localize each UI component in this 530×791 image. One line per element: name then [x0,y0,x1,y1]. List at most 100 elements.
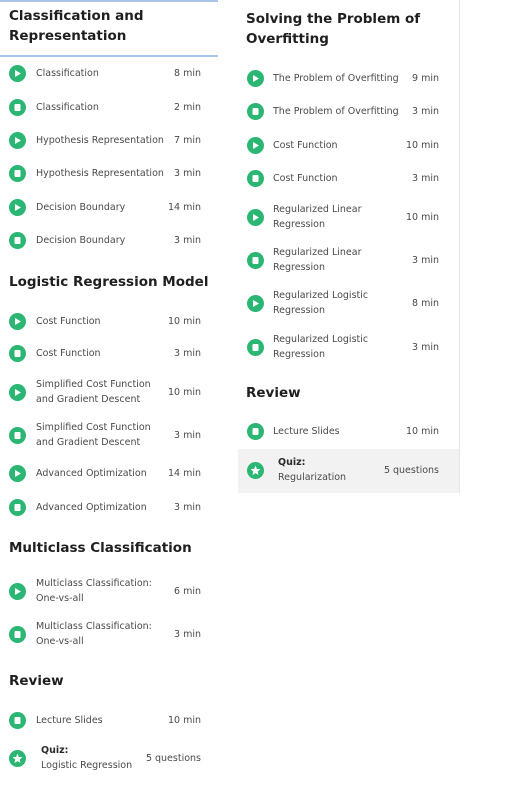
item-duration: 14 min [167,201,201,213]
item-duration: 3 min [174,347,201,359]
item-duration: 3 min [412,341,439,353]
item-label: Cost Function [36,347,101,359]
item-label: Regularized Linear Regression [273,204,362,230]
section-title: Logistic Regression Model [9,274,209,290]
list-item[interactable]: The Problem of Overfitting 3 min [238,102,459,120]
item-label: Multiclass Classification: One-vs-all [36,621,152,647]
right-column: Solving the Problem of Overfitting The P… [238,0,460,493]
item-label: Simplified Cost Function and Gradient De… [36,422,151,448]
item-duration: 14 min [167,467,201,479]
quiz-item[interactable]: Quiz: Regularization 5 questions [238,454,459,486]
play-icon [9,312,26,330]
star-icon [247,461,264,479]
list-item[interactable]: Hypothesis Representation 7 min [0,131,218,149]
item-duration: 10 min [167,315,201,327]
list-item[interactable]: Cost Function 3 min [0,344,218,362]
reading-icon [247,251,264,269]
list-item[interactable]: Cost Function 3 min [238,169,459,187]
item-duration: 5 questions [383,464,439,476]
list-item[interactable]: Classification 8 min [0,64,218,82]
reading-icon [9,231,26,249]
item-label: Classification [36,67,99,79]
list-item[interactable]: Multiclass Classification: One-vs-all 3 … [0,618,218,650]
list-item[interactable]: Advanced Optimization 3 min [0,498,218,516]
item-label: Cost Function [36,315,101,327]
list-item[interactable]: Simplified Cost Function and Gradient De… [0,376,218,408]
item-label: Regularized Logistic Regression [273,334,369,360]
reading-icon [247,102,264,120]
list-item[interactable]: Regularized Logistic Regression 3 min [238,331,459,363]
item-duration: 3 min [412,172,439,184]
item-label: Cost Function [273,172,338,184]
item-duration: 10 min [405,211,439,223]
play-icon [9,198,26,216]
item-label: Simplified Cost Function and Gradient De… [36,379,151,405]
list-item[interactable]: Cost Function 10 min [0,312,218,330]
item-duration: 8 min [412,297,439,309]
item-label: Decision Boundary [36,234,126,246]
item-duration: 10 min [405,139,439,151]
quiz-label: Quiz: Logistic Regression [41,743,141,773]
item-duration: 3 min [174,429,201,441]
item-duration: 5 questions [145,752,201,764]
play-icon [9,582,26,600]
item-label: Lecture Slides [36,714,103,726]
item-label: Advanced Optimization [36,467,147,479]
list-item[interactable]: Decision Boundary 3 min [0,231,218,249]
item-label: Decision Boundary [36,201,126,213]
reading-icon [9,98,26,116]
list-item[interactable]: Cost Function 10 min [238,136,459,154]
item-label: Regularized Logistic Regression [273,290,369,316]
list-item[interactable]: Simplified Cost Function and Gradient De… [0,419,218,451]
item-duration: 7 min [174,134,201,146]
quiz-name: Regularization [278,472,347,483]
reading-icon [9,625,26,643]
list-item[interactable]: Regularized Logistic Regression 8 min [238,287,459,319]
item-duration: 6 min [174,585,201,597]
section-title: Review [9,673,64,689]
play-icon [247,136,264,154]
reading-icon [9,426,26,444]
list-item[interactable]: Lecture Slides 10 min [238,422,459,440]
item-duration: 3 min [174,234,201,246]
item-duration: 3 min [412,105,439,117]
list-item[interactable]: The Problem of Overfitting 9 min [238,69,459,87]
item-label: Hypothesis Representation [36,134,164,146]
section-title: Classification and Representation [9,8,144,44]
item-duration: 10 min [167,714,201,726]
section-title: Solving the Problem of Overfitting [246,11,421,47]
quiz-name: Logistic Regression [41,760,133,771]
item-label: The Problem of Overfitting [273,105,399,117]
item-duration: 3 min [412,254,439,266]
list-item[interactable]: Decision Boundary 14 min [0,198,218,216]
list-item[interactable]: Classification 2 min [0,98,218,116]
quiz-title: Quiz: [41,745,69,756]
item-label: Hypothesis Representation [36,167,164,179]
list-item[interactable]: Advanced Optimization 14 min [0,464,218,482]
item-duration: 3 min [174,501,201,513]
play-icon [9,464,26,482]
section-title: Review [246,385,301,401]
list-item[interactable]: Hypothesis Representation 3 min [0,164,218,182]
play-icon [247,208,264,226]
list-item[interactable]: Regularized Linear Regression 3 min [238,244,459,276]
quiz-item[interactable]: Quiz: Logistic Regression 5 questions [0,742,218,774]
list-item[interactable]: Lecture Slides 10 min [0,711,218,729]
list-item[interactable]: Multiclass Classification: One-vs-all 6 … [0,575,218,607]
item-duration: 3 min [174,628,201,640]
item-duration: 8 min [174,67,201,79]
item-duration: 9 min [412,72,439,84]
reading-icon [9,344,26,362]
play-icon [9,131,26,149]
section-title: Multiclass Classification [9,540,192,556]
item-duration: 10 min [167,386,201,398]
item-label: Classification [36,101,99,113]
reading-icon [247,422,264,440]
reading-icon [9,711,26,729]
reading-icon [9,164,26,182]
quiz-title: Quiz: [278,457,306,468]
item-duration: 10 min [405,425,439,437]
list-item[interactable]: Regularized Linear Regression 10 min [238,201,459,233]
item-label: Regularized Linear Regression [273,247,362,273]
reading-icon [9,498,26,516]
